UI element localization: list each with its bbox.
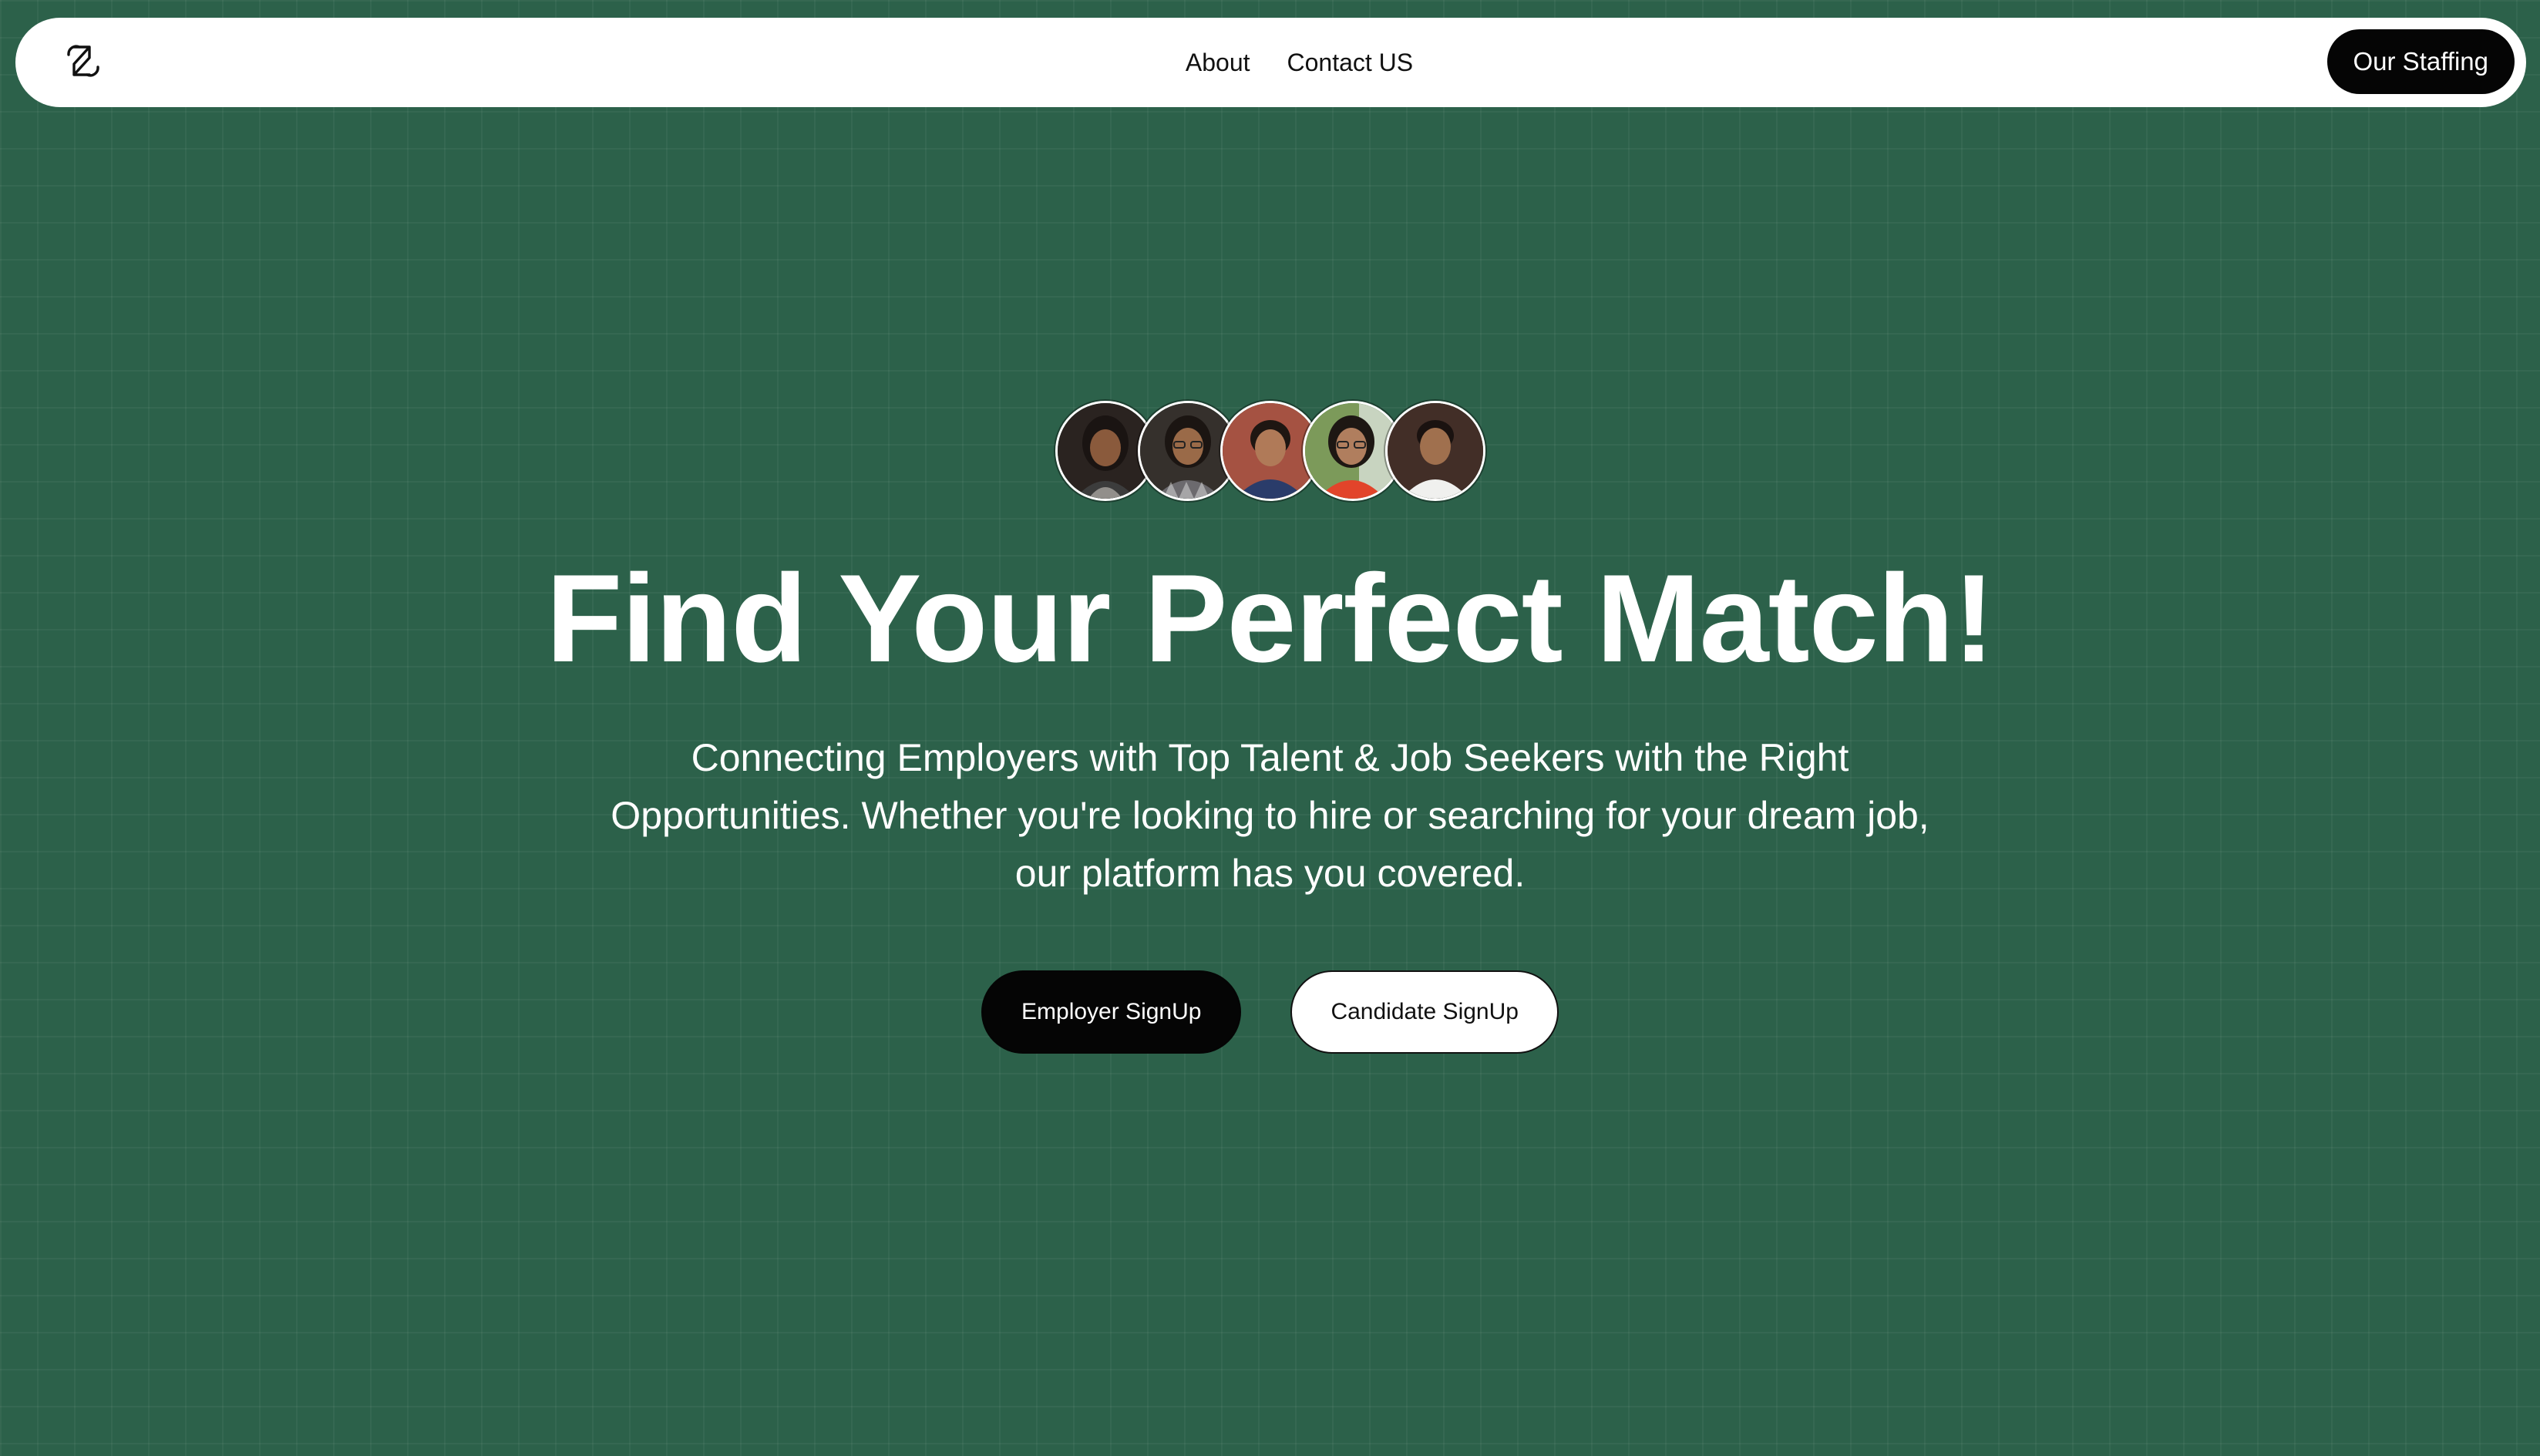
avatar-group <box>1055 401 1485 501</box>
hero-title: Find Your Perfect Match! <box>546 549 1994 688</box>
signup-buttons: Employer SignUp Candidate SignUp <box>981 970 1559 1054</box>
brand-logo-icon[interactable] <box>65 42 102 79</box>
hero-subtitle: Connecting Employers with Top Talent & J… <box>611 736 1929 895</box>
candidate-signup-button[interactable]: Candidate SignUp <box>1290 970 1559 1054</box>
primary-nav: About Contact US <box>15 18 2526 107</box>
hero-section: Find Your Perfect Match! Connecting Empl… <box>0 401 2540 1054</box>
employer-signup-button[interactable]: Employer SignUp <box>981 970 1242 1054</box>
person-photo-icon <box>1387 403 1483 499</box>
nav-link-contact[interactable]: Contact US <box>1287 44 1414 82</box>
our-staffing-button[interactable]: Our Staffing <box>2326 29 2515 94</box>
top-navbar: About Contact US Our Staffing <box>15 18 2526 107</box>
nav-link-about[interactable]: About <box>1186 44 1250 82</box>
avatar-5 <box>1384 401 1485 501</box>
